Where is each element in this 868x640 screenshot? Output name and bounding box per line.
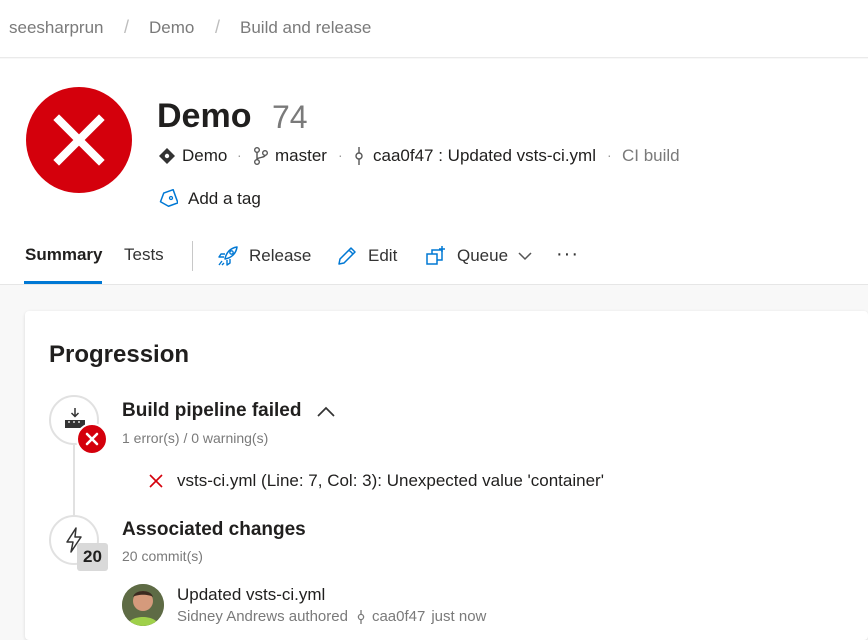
pipeline-step-title[interactable]: Build pipeline failed [122, 400, 301, 422]
queue-icon [426, 246, 445, 265]
tab-summary[interactable]: Summary [25, 245, 102, 265]
breadcrumb-item-build-and-release[interactable]: Build and release [240, 18, 371, 38]
build-header: Demo 74 Demo · master · caa0f47 : Update… [0, 59, 868, 285]
chevron-up-icon[interactable] [317, 406, 335, 418]
branch-link[interactable]: master [253, 145, 327, 167]
commit-hash[interactable]: caa0f47 [372, 608, 425, 625]
breadcrumb-separator: / [215, 17, 221, 37]
rocket-icon [218, 246, 238, 266]
changes-step-title[interactable]: Associated changes [122, 519, 306, 541]
commit-count-badge: 20 [77, 543, 108, 571]
repo-name: Demo [182, 146, 228, 165]
release-label: Release [249, 246, 312, 265]
more-ellipsis-icon: ··· [556, 242, 579, 265]
error-x-icon [53, 114, 105, 166]
commit-summary: caa0f47 : Updated vsts-ci.yml [373, 146, 596, 165]
section-title: Progression [49, 341, 190, 368]
active-tab-indicator [24, 281, 102, 284]
edit-button[interactable]: Edit [336, 243, 397, 269]
pipeline-name: Demo [157, 97, 252, 135]
pencil-icon [338, 247, 356, 265]
repo-link[interactable]: Demo [158, 145, 227, 167]
breadcrumb-item-organization[interactable]: seesharprun [9, 18, 104, 38]
timeline-connector [73, 445, 75, 519]
commit-meta: Sidney Andrews authored caa0f47 just now [177, 608, 486, 625]
meta-separator: · [237, 147, 242, 163]
error-badge [76, 423, 108, 455]
error-message-row[interactable]: vsts-ci.yml (Line: 7, Col: 3): Unexpecte… [149, 470, 604, 492]
error-x-icon [149, 474, 163, 488]
breadcrumb: seesharprun / Demo / Build and release [0, 0, 868, 58]
pipeline-step-subtitle: 1 error(s) / 0 warning(s) [122, 430, 269, 446]
build-status-failed [26, 87, 132, 193]
run-number: 74 [272, 99, 308, 135]
meta-separator: · [338, 147, 343, 163]
commit-time: just now [431, 608, 487, 625]
release-button[interactable]: Release [217, 243, 311, 269]
meta-separator: · [607, 147, 612, 163]
tab-bar: Summary Tests Release Edit Queue ··· [0, 241, 868, 285]
error-x-icon [85, 432, 99, 446]
tab-tests[interactable]: Tests [124, 245, 164, 265]
repo-diamond-icon [159, 148, 175, 164]
commit-icon [357, 609, 365, 624]
breadcrumb-item-project[interactable]: Demo [149, 18, 194, 38]
trigger-reason: CI build [622, 145, 680, 167]
chevron-down-icon[interactable] [518, 251, 532, 261]
commit-title[interactable]: Updated vsts-ci.yml [177, 585, 325, 605]
trigger-text: CI build [622, 146, 680, 165]
changes-step-subtitle: 20 commit(s) [122, 548, 203, 564]
commit-author: Sidney Andrews authored [177, 608, 348, 625]
breadcrumb-separator: / [124, 17, 130, 37]
error-message: vsts-ci.yml (Line: 7, Col: 3): Unexpecte… [177, 471, 604, 490]
add-tag-label: Add a tag [188, 189, 261, 208]
commit-icon [355, 147, 363, 165]
queue-button[interactable]: Queue [425, 243, 532, 269]
avatar-image [122, 584, 164, 626]
commit-link[interactable]: caa0f47 : Updated vsts-ci.yml [353, 145, 596, 167]
queue-label: Queue [457, 246, 509, 265]
progression-card: Progression Build pipeline failed 1 erro… [25, 311, 868, 640]
branch-name: master [275, 146, 327, 165]
avatar [122, 584, 164, 626]
tag-icon [159, 189, 178, 208]
toolbar-divider [192, 241, 193, 271]
more-actions-button[interactable]: ··· [556, 241, 579, 267]
branch-icon [254, 147, 268, 165]
add-tag-button[interactable]: Add a tag [158, 188, 261, 210]
edit-label: Edit [368, 246, 398, 265]
